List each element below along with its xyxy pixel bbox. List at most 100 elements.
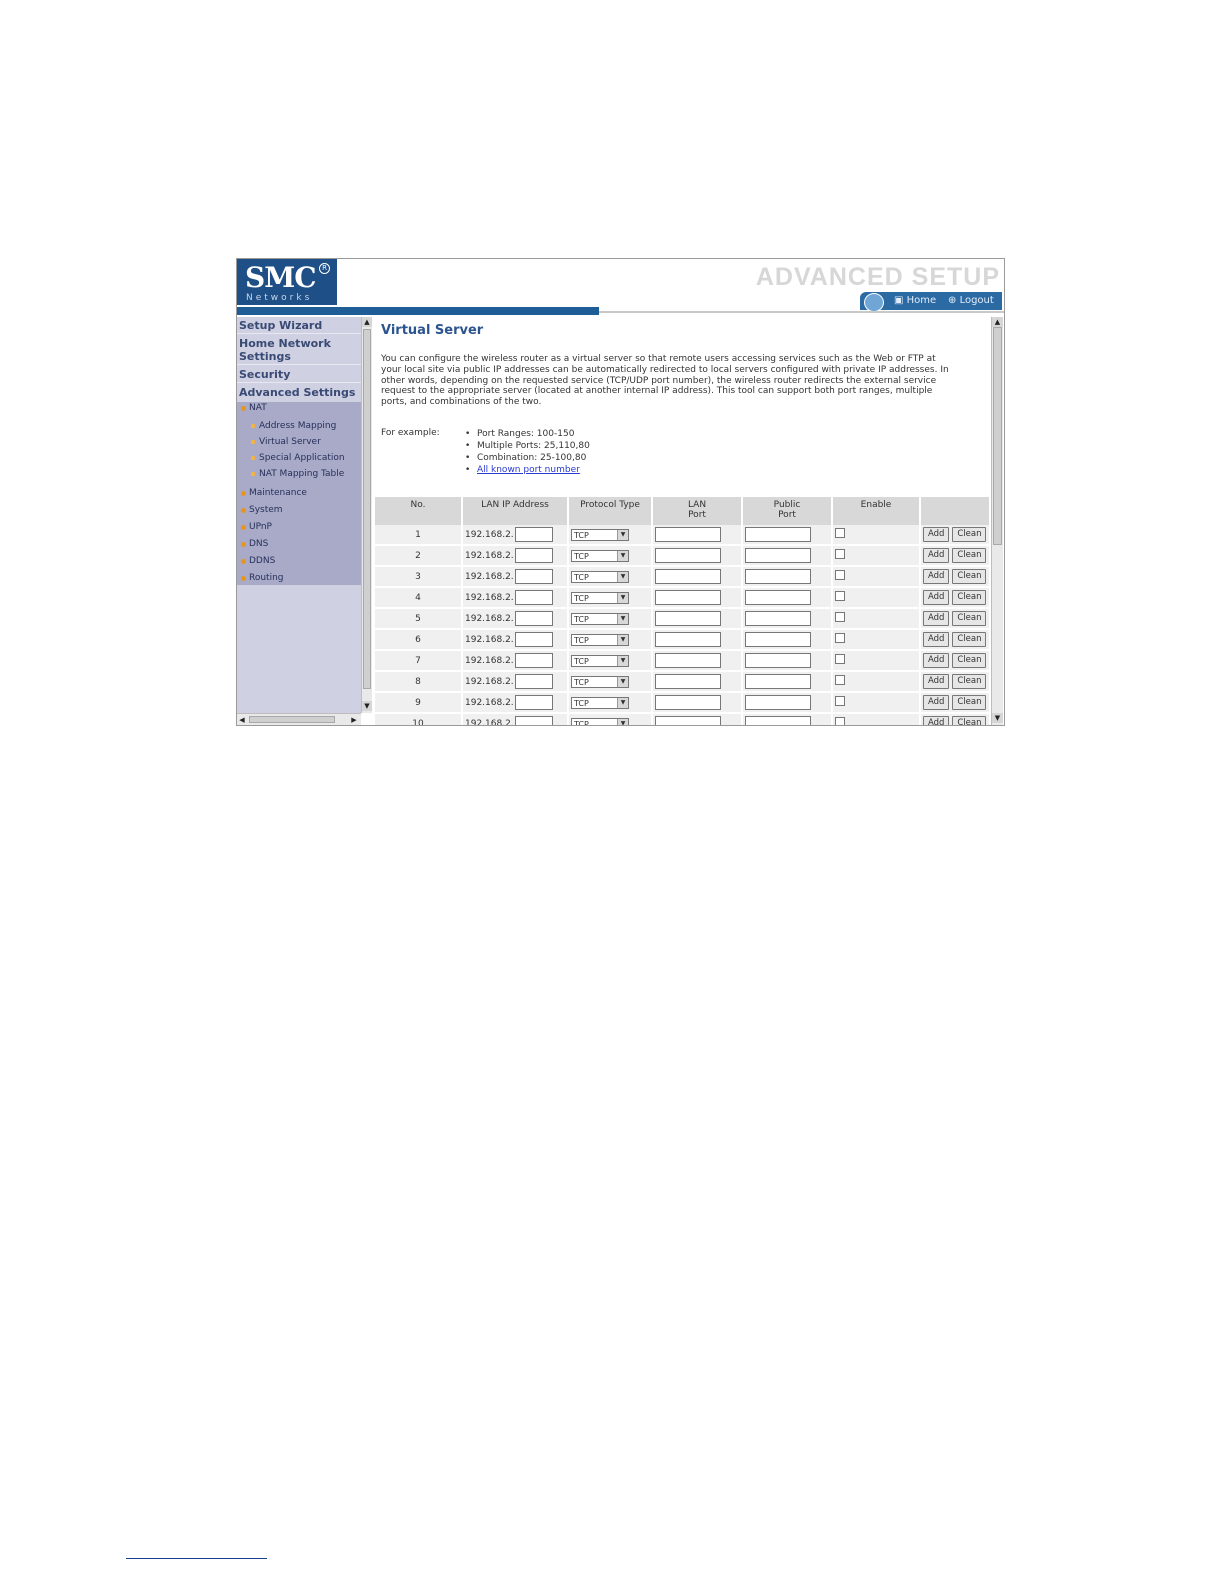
enable-checkbox[interactable] xyxy=(835,528,845,538)
lan-ip-input[interactable] xyxy=(514,527,553,542)
add-button[interactable]: Add xyxy=(923,527,950,542)
chevron-down-icon[interactable]: ▼ xyxy=(617,571,628,582)
sidebar-item-security[interactable]: Security xyxy=(239,368,290,381)
submenu-item-system[interactable]: System xyxy=(249,505,283,515)
public-port-input[interactable] xyxy=(745,674,811,689)
public-port-input[interactable] xyxy=(745,590,811,605)
clean-button[interactable]: Clean xyxy=(952,548,987,563)
scroll-right-arrow-icon[interactable]: ▶ xyxy=(349,714,359,725)
submenu-item-address-mapping[interactable]: Address Mapping xyxy=(259,421,336,431)
lan-ip-input[interactable] xyxy=(514,653,553,668)
scroll-down-arrow-icon[interactable]: ▼ xyxy=(362,701,372,711)
all-known-ports-link[interactable]: All known port number xyxy=(477,465,580,475)
protocol-select[interactable]: TCP ▼ xyxy=(571,633,629,646)
protocol-select[interactable]: TCP ▼ xyxy=(571,528,629,541)
clean-button[interactable]: Clean xyxy=(952,632,987,647)
submenu-item-nat-mapping-table[interactable]: NAT Mapping Table xyxy=(259,469,344,479)
enable-checkbox[interactable] xyxy=(835,696,845,706)
submenu-item-dns[interactable]: DNS xyxy=(249,539,268,549)
chevron-down-icon[interactable]: ▼ xyxy=(617,613,628,624)
lan-ip-input[interactable] xyxy=(514,695,553,710)
scroll-up-arrow-icon[interactable]: ▲ xyxy=(362,317,372,327)
submenu-item-maintenance[interactable]: Maintenance xyxy=(249,488,307,498)
sidebar-item-setup-wizard[interactable]: Setup Wizard xyxy=(239,319,322,332)
add-button[interactable]: Add xyxy=(923,548,950,563)
scrollbar-thumb[interactable] xyxy=(249,716,335,723)
scroll-up-arrow-icon[interactable]: ▲ xyxy=(992,317,1003,327)
lan-port-input[interactable] xyxy=(655,632,721,647)
add-button[interactable]: Add xyxy=(923,632,950,647)
submenu-item-ddns[interactable]: DDNS xyxy=(249,556,275,566)
clean-button[interactable]: Clean xyxy=(952,716,987,725)
lan-ip-input[interactable] xyxy=(514,716,553,725)
scrollbar-thumb[interactable] xyxy=(363,329,371,689)
clean-button[interactable]: Clean xyxy=(952,695,987,710)
clean-button[interactable]: Clean xyxy=(952,653,987,668)
protocol-select[interactable]: TCP ▼ xyxy=(571,696,629,709)
add-button[interactable]: Add xyxy=(923,674,950,689)
submenu-item-virtual-server[interactable]: Virtual Server xyxy=(259,437,321,447)
public-port-input[interactable] xyxy=(745,611,811,626)
public-port-input[interactable] xyxy=(745,569,811,584)
lan-port-input[interactable] xyxy=(655,527,721,542)
sidebar-item-home-network[interactable]: Home Network Settings xyxy=(239,337,349,363)
add-button[interactable]: Add xyxy=(923,611,950,626)
protocol-select[interactable]: TCP ▼ xyxy=(571,675,629,688)
chevron-down-icon[interactable]: ▼ xyxy=(617,676,628,687)
lan-port-input[interactable] xyxy=(655,716,721,725)
lan-port-input[interactable] xyxy=(655,569,721,584)
protocol-select[interactable]: TCP ▼ xyxy=(571,549,629,562)
home-link[interactable]: ▣ Home xyxy=(894,295,936,306)
public-port-input[interactable] xyxy=(745,716,811,725)
add-button[interactable]: Add xyxy=(923,716,950,725)
add-button[interactable]: Add xyxy=(923,653,950,668)
protocol-select[interactable]: TCP ▼ xyxy=(571,612,629,625)
lan-ip-input[interactable] xyxy=(514,674,553,689)
enable-checkbox[interactable] xyxy=(835,570,845,580)
lan-ip-input[interactable] xyxy=(514,611,553,626)
public-port-input[interactable] xyxy=(745,527,811,542)
lan-port-input[interactable] xyxy=(655,548,721,563)
clean-button[interactable]: Clean xyxy=(952,527,987,542)
enable-checkbox[interactable] xyxy=(835,633,845,643)
protocol-select[interactable]: TCP ▼ xyxy=(571,717,629,725)
public-port-input[interactable] xyxy=(745,695,811,710)
add-button[interactable]: Add xyxy=(923,695,950,710)
add-button[interactable]: Add xyxy=(923,590,950,605)
scroll-down-arrow-icon[interactable]: ▼ xyxy=(992,713,1003,723)
lan-port-input[interactable] xyxy=(655,674,721,689)
public-port-input[interactable] xyxy=(745,653,811,668)
main-vertical-scrollbar[interactable]: ▲ ▼ xyxy=(991,317,1003,725)
chevron-down-icon[interactable]: ▼ xyxy=(617,592,628,603)
submenu-item-nat[interactable]: NAT xyxy=(249,403,267,413)
lan-port-input[interactable] xyxy=(655,611,721,626)
public-port-input[interactable] xyxy=(745,548,811,563)
clean-button[interactable]: Clean xyxy=(952,569,987,584)
chevron-down-icon[interactable]: ▼ xyxy=(617,529,628,540)
protocol-select[interactable]: TCP ▼ xyxy=(571,591,629,604)
lan-port-input[interactable] xyxy=(655,695,721,710)
logout-link[interactable]: ⊕ Logout xyxy=(948,295,994,306)
lan-port-input[interactable] xyxy=(655,653,721,668)
chevron-down-icon[interactable]: ▼ xyxy=(617,697,628,708)
lan-ip-input[interactable] xyxy=(514,569,553,584)
enable-checkbox[interactable] xyxy=(835,675,845,685)
chevron-down-icon[interactable]: ▼ xyxy=(617,655,628,666)
submenu-item-upnp[interactable]: UPnP xyxy=(249,522,272,532)
enable-checkbox[interactable] xyxy=(835,654,845,664)
enable-checkbox[interactable] xyxy=(835,591,845,601)
scrollbar-thumb[interactable] xyxy=(993,327,1002,545)
lan-ip-input[interactable] xyxy=(514,590,553,605)
submenu-item-routing[interactable]: Routing xyxy=(249,573,284,583)
enable-checkbox[interactable] xyxy=(835,717,845,725)
sidebar-item-advanced[interactable]: Advanced Settings xyxy=(239,386,355,399)
enable-checkbox[interactable] xyxy=(835,612,845,622)
submenu-item-special-application[interactable]: Special Application xyxy=(259,453,345,463)
protocol-select[interactable]: TCP ▼ xyxy=(571,570,629,583)
lan-ip-input[interactable] xyxy=(514,632,553,647)
clean-button[interactable]: Clean xyxy=(952,611,987,626)
public-port-input[interactable] xyxy=(745,632,811,647)
chevron-down-icon[interactable]: ▼ xyxy=(617,634,628,645)
sidebar-horizontal-scrollbar[interactable]: ◀ ▶ xyxy=(237,713,361,725)
enable-checkbox[interactable] xyxy=(835,549,845,559)
